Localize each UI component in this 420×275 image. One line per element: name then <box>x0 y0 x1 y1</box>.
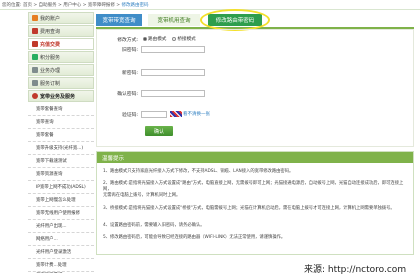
sidebar-sub-item[interactable]: 网络用户... <box>28 233 94 246</box>
sidebar-item-label: 服务订制 <box>40 80 61 87</box>
briefcase-icon <box>32 67 38 73</box>
mode-label: 修改方式: <box>117 37 138 43</box>
bell-icon <box>32 80 38 86</box>
sidebar-item-subscription[interactable]: 服务订制 <box>28 77 94 89</box>
sidebar-sub-item[interactable]: 宽带计费...处理 <box>28 259 94 272</box>
confirm-password-row: 确认密码: <box>97 88 415 98</box>
breadcrumb-divider <box>0 9 420 10</box>
captcha-image <box>170 111 182 117</box>
breadcrumb-current: 修改路由密码 <box>121 3 149 8</box>
mode-row: 修改方式: 路由模式 桥接模式 <box>97 34 415 44</box>
router-mode-label: 路由模式 <box>148 37 167 42</box>
sidebar-sub-item[interactable]: 宽带资源查询 <box>28 168 94 181</box>
sidebar-sub-item[interactable]: 宽带上网慢怎么处理 <box>28 194 94 207</box>
sidebar-item-recharge[interactable]: 充值交费 <box>28 38 94 50</box>
sidebar-sub-item[interactable]: 宽带套餐 <box>28 129 94 142</box>
new-password-row: 新密码: <box>97 67 415 77</box>
sidebar: 我的账户 费用查询 充值交费 积分服务 业务办理 服务订制 宽带业务及服务 宽带… <box>28 12 94 273</box>
sidebar-item-business[interactable]: 业务办理 <box>28 64 94 76</box>
user-icon <box>32 15 38 21</box>
breadcrumb-prefix[interactable]: 您的位置: 首页 > 自助服务 > 用户中心 > 宽带障碍报修 > <box>2 3 121 8</box>
sidebar-sub-item[interactable]: 宽带查询 <box>28 116 94 129</box>
confirm-password-field[interactable] <box>141 89 205 97</box>
sidebar-item-broadband[interactable]: 宽带业务及服务 <box>28 90 94 102</box>
captcha-refresh[interactable]: 看不清换一张 <box>170 111 210 117</box>
sidebar-item-label: 宽带业务及服务 <box>40 93 76 100</box>
sidebar-sub-item[interactable]: 宽带无线用户使用报修 <box>28 207 94 220</box>
sidebar-item-label: 业务办理 <box>40 67 61 74</box>
bill-icon <box>32 28 38 34</box>
sidebar-item-my-account[interactable]: 我的账户 <box>28 12 94 24</box>
old-password-field[interactable] <box>141 45 205 53</box>
sidebar-item-points[interactable]: 积分服务 <box>28 51 94 63</box>
bridge-mode-label: 桥接模式 <box>177 37 196 42</box>
captcha-row: 验证码: 看不清换一张 <box>97 109 415 119</box>
submit-button[interactable]: 确认 <box>145 126 173 136</box>
password-form: 修改方式: 路由模式 桥接模式 旧密码: 新密码: 确认密码: 验证码: 看不清… <box>96 29 414 147</box>
new-password-field[interactable] <box>141 68 205 76</box>
captcha-refresh-label: 看不清换一张 <box>183 112 210 117</box>
sidebar-sub-item[interactable]: 光纤用户登录激活 <box>28 246 94 259</box>
tip-item: 2、路由模式:是指将光猫接入方式设置成"路由"方式，电脑直接上网，无需拨号即可上… <box>103 181 404 192</box>
tab-device-query[interactable]: 宽带机用查询 <box>148 14 200 26</box>
tab-bar: 宽带带宽查询 宽带机用查询 修改路由带密码 <box>96 9 414 31</box>
points-icon <box>32 54 38 60</box>
wallet-icon <box>32 41 38 47</box>
tip-item: 4、设置路由密码前，需要输入旧密码，请务必确认。 <box>103 223 205 228</box>
sidebar-sub-item[interactable]: 宽带升级支持(光纤宽...) <box>28 142 94 155</box>
old-password-row: 旧密码: <box>97 44 415 54</box>
sidebar-item-label: 我的账户 <box>40 15 61 22</box>
tip-item: 1、路由模式只支持家庭光纤接入方式下修改，不支持ADSL、铜缆、LAN接入的宽带… <box>103 169 294 174</box>
router-mode-radio[interactable] <box>143 37 147 41</box>
tips-panel: 温馨提示 1、路由模式只支持家庭光纤接入方式下修改，不支持ADSL、铜缆、LAN… <box>96 151 414 255</box>
ie-icon <box>32 93 38 99</box>
captcha-label: 验证码: <box>121 112 138 118</box>
sidebar-item-label: 费用查询 <box>40 28 61 35</box>
source-watermark: 来源: http://nctoro.com <box>304 265 407 275</box>
breadcrumb: 您的位置: 首页 > 自助服务 > 用户中心 > 宽带障碍报修 > 修改路由密码 <box>2 2 148 8</box>
sidebar-sub-item[interactable]: IP宽带上网不成功(ADSL) <box>28 181 94 194</box>
bridge-mode-radio[interactable] <box>172 37 177 41</box>
captcha-field[interactable] <box>141 110 167 118</box>
tip-item: 3、桥接模式:是指将光猫接入方式设置成"桥接"方式，电脑需拨号上网；光猫在计算机… <box>103 206 395 211</box>
sidebar-sub-item[interactable]: 宽带套餐查询 <box>28 103 94 116</box>
confirm-password-label: 确认密码: <box>117 91 138 97</box>
tip-item: 5、修改路由密码后，可能会导致已经连接的路由器（WIFI-LINK）无法正常使用… <box>103 235 286 240</box>
tips-title: 温馨提示 <box>97 152 413 163</box>
old-password-label: 旧密码: <box>121 47 138 53</box>
highlight-circle <box>200 9 270 31</box>
sidebar-sub-item[interactable]: 宽带下载速测试 <box>28 155 94 168</box>
tab-bandwidth-query[interactable]: 宽带带宽查询 <box>96 14 142 26</box>
tip-item: 无需再在电脑上拨号，计算机同时上网。 <box>103 193 181 198</box>
new-password-label: 新密码: <box>121 70 138 76</box>
sidebar-sub-item[interactable]: 光纤用户出现... <box>28 220 94 233</box>
sidebar-item-label: 积分服务 <box>40 54 61 61</box>
sidebar-item-label: 充值交费 <box>40 41 61 48</box>
sidebar-item-fee-query[interactable]: 费用查询 <box>28 25 94 37</box>
